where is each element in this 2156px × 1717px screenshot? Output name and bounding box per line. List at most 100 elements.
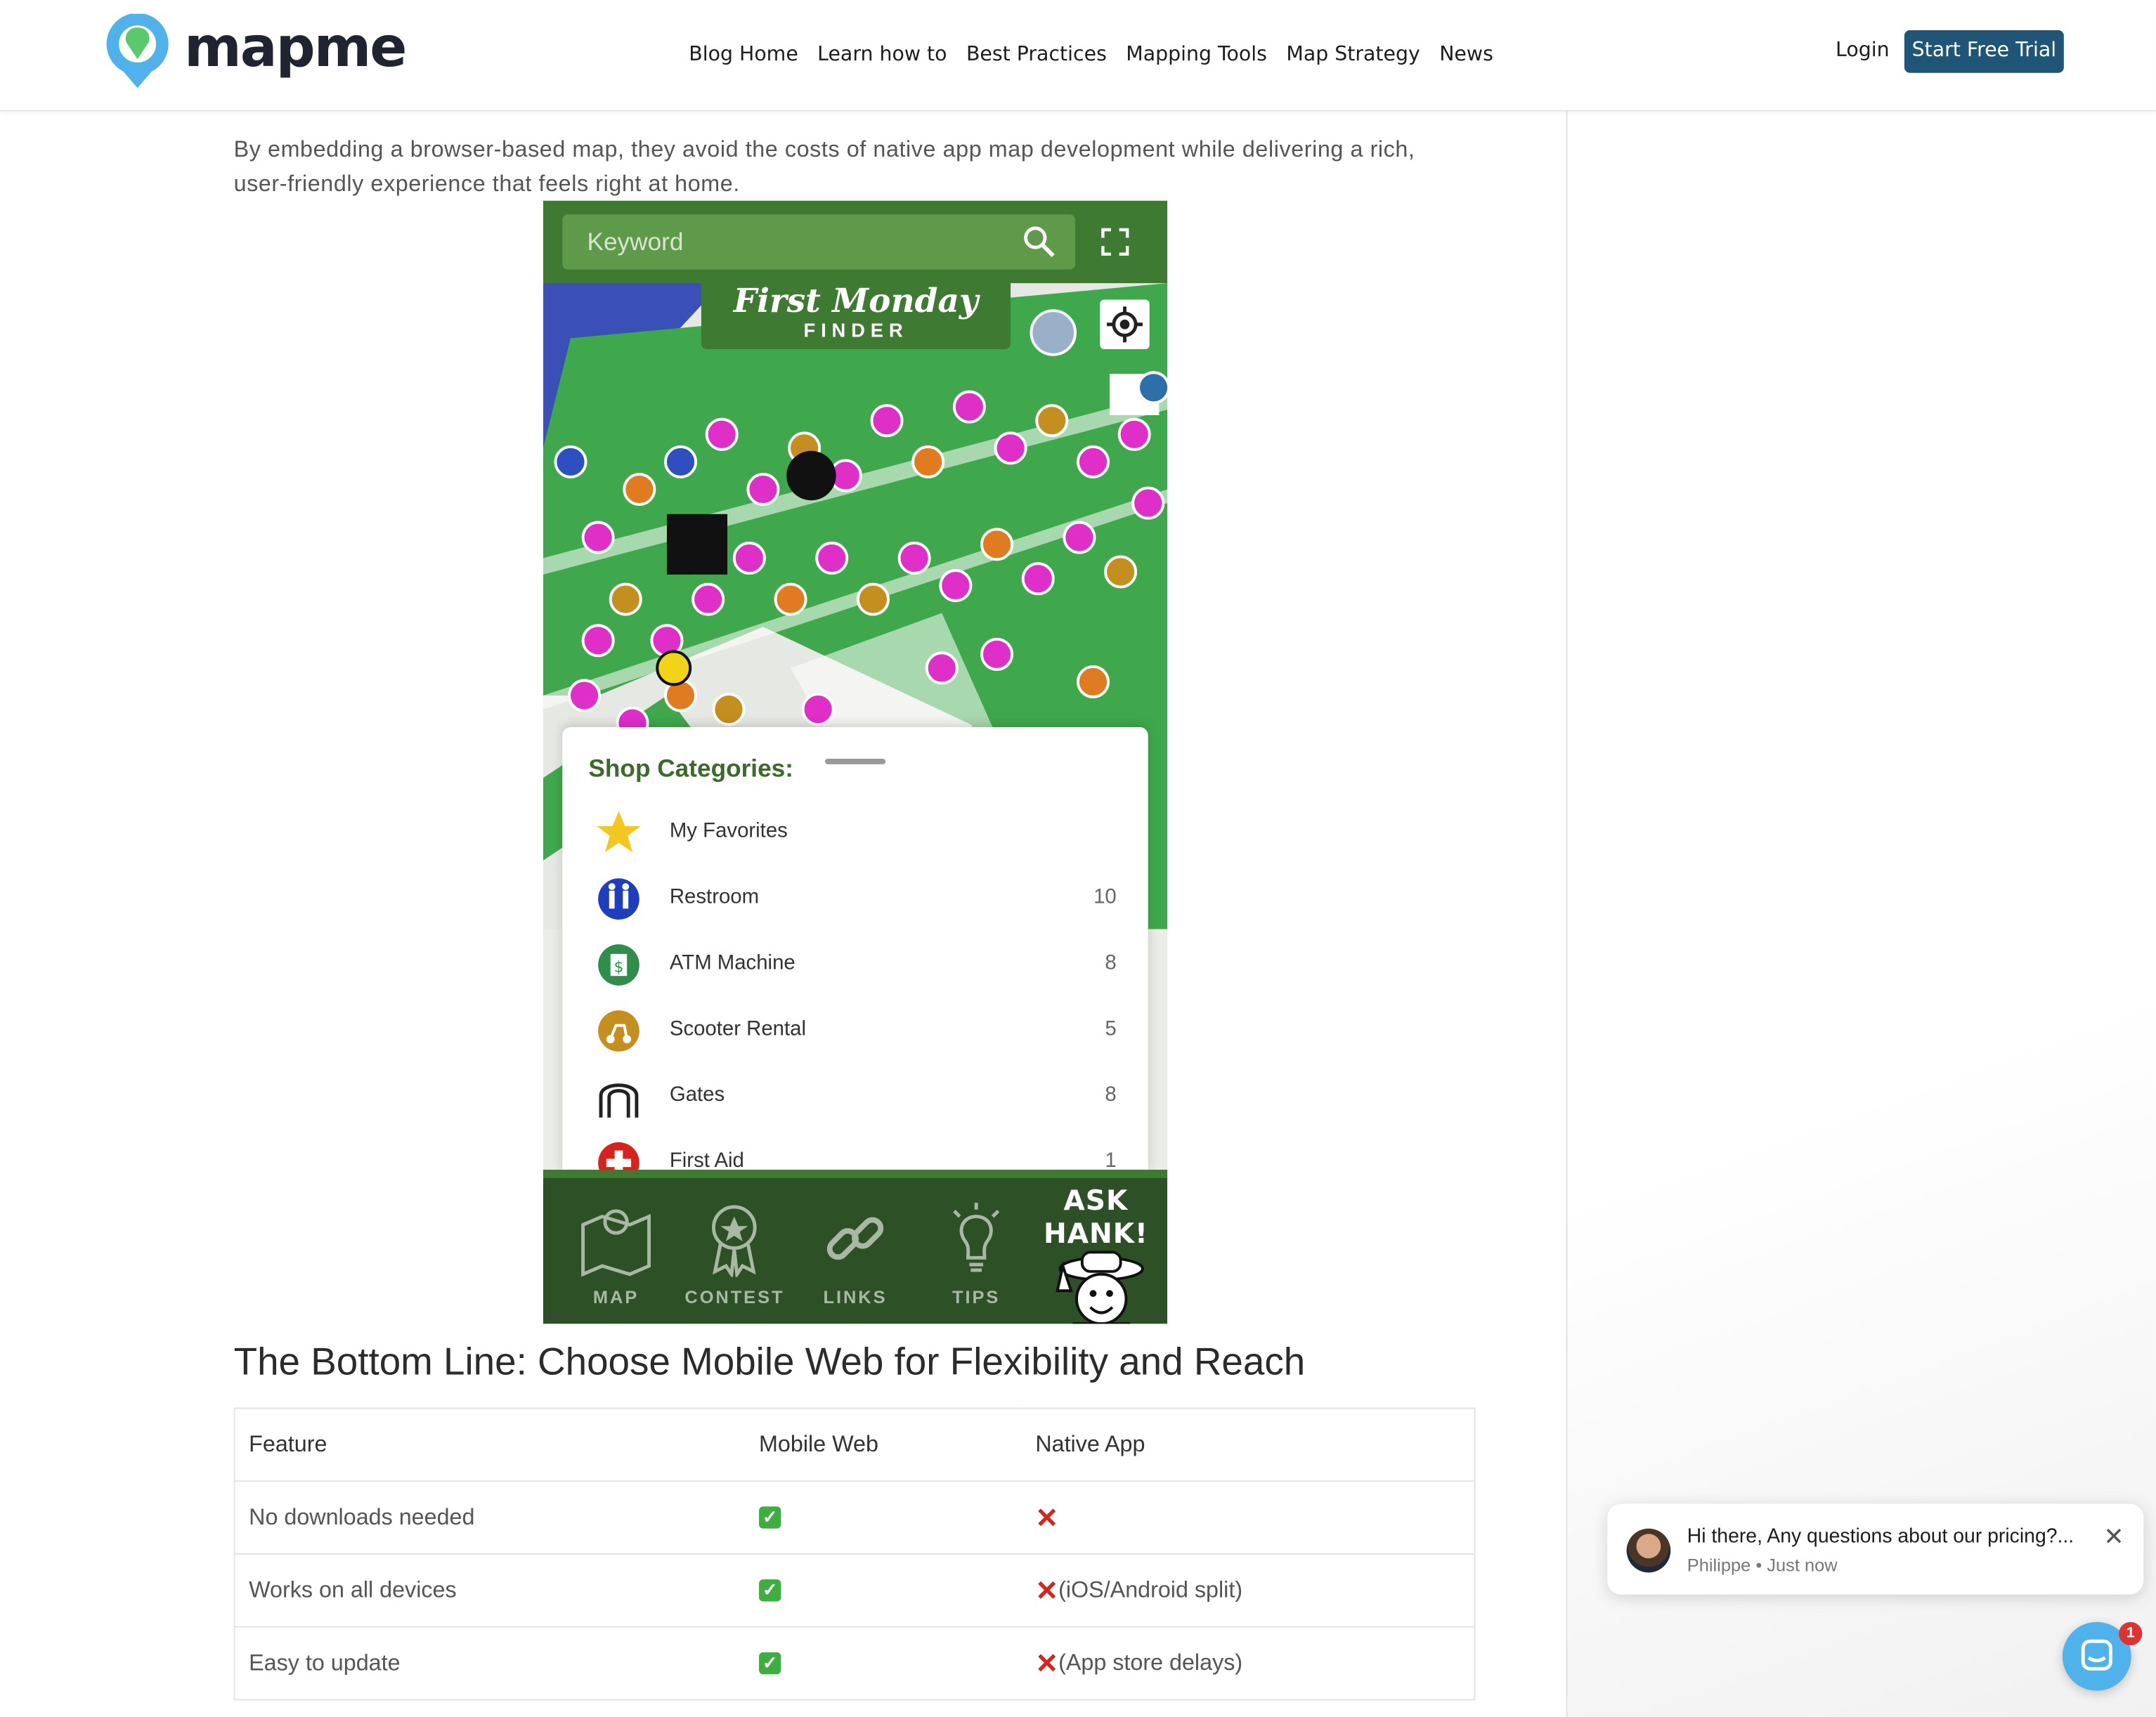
- column-divider: [1566, 110, 1568, 1717]
- mobile-web-cell: ✓: [745, 1553, 1022, 1628]
- scooter-icon: [598, 1010, 639, 1052]
- tab-label: CONTEST: [684, 1286, 785, 1307]
- cross-mark-icon: ✕: [1035, 1503, 1059, 1534]
- search-icon[interactable]: [1023, 226, 1056, 259]
- login-link[interactable]: Login: [1836, 40, 1890, 62]
- category-count: 1: [1105, 1149, 1117, 1173]
- map-pin-logo-icon: [106, 13, 169, 89]
- shop-categories-panel: Shop Categories: My Favorites Restroom 1…: [562, 727, 1148, 1174]
- table-row: No downloads needed ✓ ✕: [234, 1481, 1475, 1555]
- category-row-first-aid[interactable]: First Aid 1: [562, 1131, 1148, 1174]
- table-row: Easy to update ✓ ✕(App store delays): [234, 1626, 1475, 1701]
- sidebar-area: [1567, 110, 2156, 1717]
- category-row-gates[interactable]: Gates 8: [562, 1065, 1148, 1131]
- cowboy-mascot-icon: [1056, 1251, 1144, 1324]
- chat-preview[interactable]: Hi there, Any questions about our pricin…: [1607, 1503, 2144, 1595]
- mapme-logo[interactable]: mapme: [105, 11, 421, 91]
- link-icon: [826, 1217, 884, 1260]
- feature-cell: Works on all devices: [234, 1553, 746, 1628]
- nav-map-strategy[interactable]: Map Strategy: [1286, 44, 1420, 66]
- nav-news[interactable]: News: [1439, 44, 1493, 66]
- category-count: 8: [1105, 1083, 1117, 1107]
- category-count: 8: [1105, 951, 1117, 975]
- tab-contest[interactable]: CONTEST: [684, 1200, 784, 1307]
- chat-meta: Philippe • Just now: [1687, 1554, 1838, 1576]
- header-mobile-web: Mobile Web: [745, 1408, 1022, 1482]
- close-icon[interactable]: ✕: [2103, 1523, 2124, 1552]
- tab-label: MAP: [592, 1286, 639, 1307]
- gate-icon: [599, 1083, 639, 1118]
- category-row-scooter[interactable]: Scooter Rental 5: [562, 999, 1148, 1065]
- mobile-web-cell: ✓: [745, 1481, 1022, 1555]
- atm-icon: $: [598, 944, 639, 986]
- main-nav: Blog Home Learn how to Best Practices Ma…: [689, 44, 1512, 66]
- feature-cell: Easy to update: [234, 1626, 746, 1701]
- brand-line-2: FINDER: [803, 318, 909, 341]
- page: mapme Blog Home Learn how to Best Practi…: [0, 0, 2156, 1717]
- lightbulb-icon: [953, 1203, 1000, 1272]
- native-app-cell: ✕(App store delays): [1021, 1626, 1475, 1701]
- nav-mapping-tools[interactable]: Mapping Tools: [1126, 44, 1267, 66]
- notification-badge: 1: [2119, 1621, 2143, 1646]
- drag-handle[interactable]: [824, 759, 886, 764]
- restroom-icon: [598, 878, 639, 920]
- category-label: Gates: [669, 1083, 725, 1107]
- table-row: Works on all devices ✓ ✕(iOS/Android spl…: [234, 1553, 1475, 1628]
- first-monday-finder-logo: First Monday FINDER: [701, 280, 1011, 349]
- category-label: ATM Machine: [669, 951, 795, 975]
- category-row-restroom[interactable]: Restroom 10: [562, 868, 1148, 934]
- avatar: [1626, 1528, 1671, 1573]
- table-header-row: Feature Mobile Web Native App: [234, 1408, 1475, 1482]
- locate-me-button[interactable]: [1100, 299, 1150, 349]
- nav-best-practices[interactable]: Best Practices: [966, 44, 1107, 66]
- category-count: 5: [1105, 1017, 1117, 1041]
- check-mark-icon: ✓: [759, 1506, 781, 1529]
- mobile-web-cell: ✓: [745, 1626, 1022, 1701]
- chat-message: Hi there, Any questions about our pricin…: [1687, 1525, 2074, 1548]
- comparison-table: Feature Mobile Web Native App No downloa…: [233, 1407, 1476, 1701]
- category-label: Scooter Rental: [669, 1017, 807, 1041]
- nav-blog-home[interactable]: Blog Home: [689, 44, 798, 66]
- header-native-app: Native App: [1021, 1408, 1475, 1482]
- native-note: (App store delays): [1058, 1650, 1243, 1675]
- check-mark-icon: ✓: [759, 1579, 781, 1602]
- map-icon: [581, 1209, 651, 1277]
- tab-tips[interactable]: TIPS: [927, 1200, 1026, 1307]
- panel-title: Shop Categories:: [588, 755, 794, 783]
- fullscreen-icon[interactable]: [1101, 228, 1129, 256]
- intro-paragraph: By embedding a browser-based map, they a…: [233, 136, 1415, 196]
- star-icon: [597, 811, 641, 853]
- native-note: (iOS/Android split): [1058, 1576, 1243, 1602]
- search-placeholder: Keyword: [587, 228, 684, 256]
- native-app-cell: ✕(iOS/Android split): [1021, 1553, 1475, 1628]
- app-search-bar: Keyword: [543, 200, 1168, 284]
- category-row-atm[interactable]: $ ATM Machine 8: [562, 934, 1148, 1000]
- category-row-favorites[interactable]: My Favorites: [562, 802, 1148, 868]
- ask-hank-label: ASK HANK!: [1043, 1183, 1148, 1250]
- ribbon-icon: [712, 1205, 757, 1279]
- nav-learn-how-to[interactable]: Learn how to: [817, 44, 947, 66]
- logo-wordmark: mapme: [184, 16, 407, 80]
- ask-hank-button[interactable]: ASK HANK!: [1027, 1183, 1165, 1324]
- category-count: 10: [1093, 885, 1117, 909]
- tab-label: LINKS: [823, 1286, 888, 1307]
- tab-links[interactable]: LINKS: [806, 1200, 905, 1307]
- keyword-search-input[interactable]: Keyword: [562, 214, 1076, 270]
- feature-cell: No downloads needed: [234, 1481, 746, 1555]
- category-label: First Aid: [669, 1149, 744, 1173]
- tab-map[interactable]: MAP: [566, 1200, 665, 1307]
- category-label: My Favorites: [669, 819, 788, 843]
- check-mark-icon: ✓: [759, 1652, 781, 1675]
- app-screenshot: Keyword First Monday FINDER Shop Categor…: [543, 200, 1168, 1324]
- start-free-trial-button[interactable]: Start Free Trial: [1904, 30, 2064, 73]
- tab-label: TIPS: [952, 1286, 1001, 1307]
- brand-line-1: First Monday: [733, 280, 979, 320]
- target-icon: [1107, 306, 1143, 343]
- svg-text:$: $: [614, 958, 624, 976]
- cross-mark-icon: ✕: [1035, 1648, 1059, 1679]
- first-aid-icon: [598, 1142, 639, 1174]
- category-label: Restroom: [669, 885, 760, 909]
- native-app-cell: ✕: [1021, 1481, 1475, 1555]
- app-bottom-nav: MAP CONTEST LINKS TIPS ASK HANK!: [543, 1170, 1168, 1324]
- site-header: mapme Blog Home Learn how to Best Practi…: [0, 0, 2156, 112]
